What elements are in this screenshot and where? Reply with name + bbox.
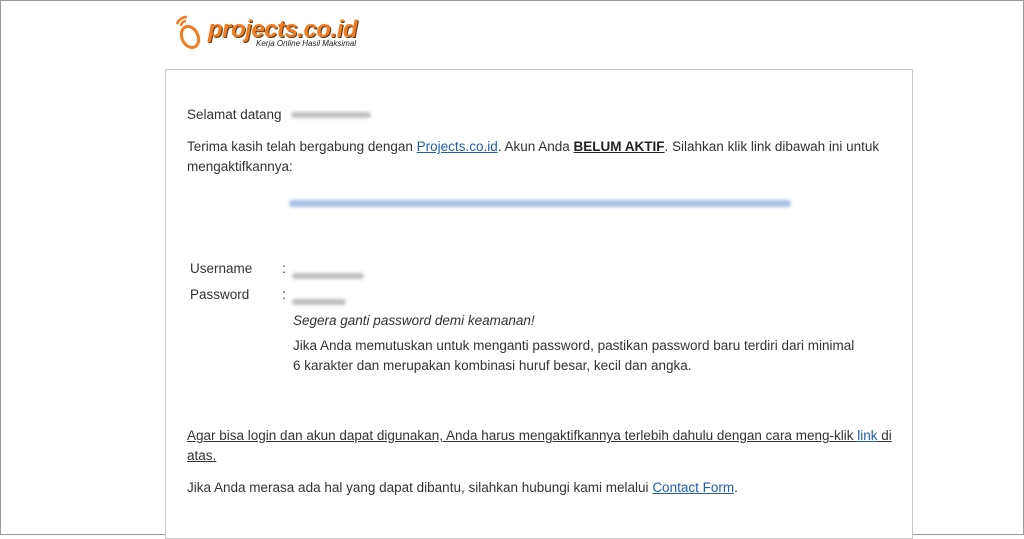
activation-note-line-2: atas. <box>187 448 217 463</box>
password-colon: : <box>282 287 286 302</box>
activation-note-link[interactable]: link <box>857 428 877 443</box>
password-rule-line-2: 6 karakter dan merupakan kombinasi huruf… <box>293 358 692 373</box>
greeting-text: Selamat datang <box>187 107 282 122</box>
intro-text-2: . Akun Anda <box>497 139 574 154</box>
contact-form-link[interactable]: Contact Form <box>652 480 734 495</box>
email-body-card: Selamat datang Terima kasih telah bergab… <box>165 69 913 539</box>
activation-link[interactable] <box>289 195 791 213</box>
username-value <box>292 267 364 285</box>
projects-logo[interactable]: projects.co.id Kerja Online Hasil Maksim… <box>172 14 372 54</box>
username-colon: : <box>282 261 286 276</box>
intro-line-2: mengaktifkannya: <box>187 159 293 174</box>
contact-text: Jika Anda merasa ada hal yang dapat diba… <box>187 480 653 495</box>
password-advice: Segera ganti password demi keamanan! <box>293 313 535 328</box>
projects-link[interactable]: Projects.co.id <box>417 139 498 154</box>
redacted-name <box>291 112 372 119</box>
activation-note: Agar bisa login dan akun dapat digunakan… <box>187 426 893 446</box>
logo-tagline: Kerja Online Hasil Maksimal <box>256 39 357 48</box>
greeting-line: Selamat datang <box>187 105 372 125</box>
password-label: Password <box>190 287 250 302</box>
contact-line: Jika Anda merasa ada hal yang dapat diba… <box>187 478 738 498</box>
contact-text-end: . <box>734 480 738 495</box>
activation-note-text: Agar bisa login dan akun dapat digunakan… <box>187 428 858 443</box>
intro-paragraph: Terima kasih telah bergabung dengan Proj… <box>187 137 893 157</box>
intro-text: Terima kasih telah bergabung dengan <box>187 139 417 154</box>
account-status: BELUM AKTIF <box>573 139 665 154</box>
redacted-username <box>292 272 364 279</box>
redacted-password <box>292 298 346 305</box>
wifi-mouse-logo-icon <box>175 15 201 50</box>
password-rule-line-1: Jika Anda memutuskan untuk menganti pass… <box>293 338 855 353</box>
password-value <box>292 293 346 311</box>
username-label: Username <box>190 261 253 276</box>
intro-text-3: . Silahkan klik link dibawah ini untuk <box>664 139 880 154</box>
redacted-activation-url[interactable] <box>289 200 791 208</box>
activation-note-text-2: di <box>877 428 892 443</box>
